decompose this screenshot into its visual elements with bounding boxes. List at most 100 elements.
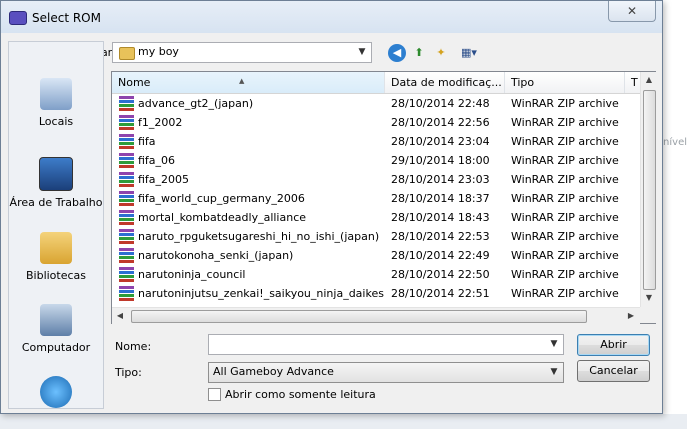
- file-type: WinRAR ZIP archive: [511, 116, 619, 129]
- file-row[interactable]: advance_gt2_(japan) 28/10/2014 22:48 WinRA…: [112, 94, 641, 113]
- scroll-up-icon[interactable]: ▲: [641, 72, 657, 88]
- file-name: fifa_2005: [138, 173, 190, 186]
- vertical-scroll-thumb[interactable]: [643, 90, 656, 290]
- winrar-archive-icon: [119, 267, 134, 282]
- filetype-dropdown[interactable]: All Gameboy Advance ▼: [208, 362, 564, 383]
- background-strip: [0, 414, 687, 429]
- up-folder-icon[interactable]: ⬆: [410, 44, 428, 62]
- file-row[interactable]: fifa_world_cup_germany_2006 28/10/2014 18…: [112, 189, 641, 208]
- place-libraries[interactable]: Bibliotecas: [9, 232, 103, 283]
- open-button[interactable]: Abrir: [577, 334, 650, 356]
- close-icon: ✕: [626, 4, 638, 18]
- window-title: Select ROM: [32, 11, 101, 25]
- place-desktop[interactable]: Área de Trabalho: [9, 157, 103, 210]
- places-bar: Locais Área de Trabalho Bibliotecas Comp…: [8, 41, 104, 409]
- chevron-down-icon[interactable]: ▼: [547, 337, 561, 352]
- file-row[interactable]: fifa 28/10/2014 23:04 WinRAR ZIP archive: [112, 132, 641, 151]
- column-header-row: ▲ Nome Data de modificaç... Tipo T: [112, 72, 641, 94]
- file-row[interactable]: narutoninja_council 28/10/2014 22:50 WinRA…: [112, 265, 641, 284]
- filename-combobox[interactable]: ▼: [208, 334, 564, 355]
- vertical-scrollbar[interactable]: ▲ ▼: [640, 72, 657, 307]
- file-date: 28/10/2014 18:43: [391, 211, 490, 224]
- place-label: Bibliotecas: [25, 269, 87, 282]
- scroll-right-icon[interactable]: ▶: [623, 308, 639, 324]
- column-header-label: Nome: [118, 76, 151, 89]
- file-rows: advance_gt2_(japan) 28/10/2014 22:48 WinRA…: [112, 94, 641, 303]
- filetype-value: All Gameboy Advance: [213, 365, 334, 378]
- file-row[interactable]: naruto_rpguketsugareshi_hi_no_ishi_(japa…: [112, 227, 641, 246]
- file-type: WinRAR ZIP archive: [511, 154, 619, 167]
- file-row[interactable]: fifa_2005 28/10/2014 23:03 WinRAR ZIP arch…: [112, 170, 641, 189]
- view-menu-icon[interactable]: ▦▾: [456, 44, 482, 62]
- horizontal-scroll-thumb[interactable]: [131, 310, 587, 323]
- column-header-label: Data de modificaç...: [391, 76, 502, 89]
- file-name: narutoninjutsu_zenkai!_saikyou_ninja_dai…: [138, 287, 384, 300]
- file-type: WinRAR ZIP archive: [511, 230, 619, 243]
- file-type: WinRAR ZIP archive: [511, 211, 619, 224]
- file-type: WinRAR ZIP archive: [511, 192, 619, 205]
- file-row[interactable]: f1_2002 28/10/2014 22:56 WinRAR ZIP archiv…: [112, 113, 641, 132]
- select-rom-dialog: Select ROM ✕ Examinar: my boy ▼ ◀ ⬆ ✦ ▦▾…: [0, 0, 663, 414]
- close-button[interactable]: ✕: [608, 1, 656, 22]
- scrollbar-corner: [640, 307, 656, 323]
- scroll-down-icon[interactable]: ▼: [641, 290, 657, 306]
- file-name: naruto_rpguketsugareshi_hi_no_ishi_(japa…: [138, 230, 380, 243]
- recent-places-icon: [40, 78, 72, 110]
- file-row[interactable]: narutoninjutsu_zenkai!_saikyou_ninja_dai…: [112, 284, 641, 303]
- file-date: 28/10/2014 22:50: [391, 268, 490, 281]
- column-header-date[interactable]: Data de modificaç...: [385, 72, 505, 93]
- file-name: mortal_kombatdeadly_alliance: [138, 211, 307, 224]
- file-type: WinRAR ZIP archive: [511, 249, 619, 262]
- file-date: 28/10/2014 18:37: [391, 192, 490, 205]
- place-computer[interactable]: Computador: [9, 304, 103, 355]
- file-date: 29/10/2014 18:00: [391, 154, 490, 167]
- file-name: advance_gt2_(japan): [138, 97, 254, 110]
- libraries-icon: [40, 232, 72, 264]
- new-folder-icon[interactable]: ✦: [432, 44, 450, 62]
- chevron-down-icon: ▼: [550, 367, 558, 377]
- filename-label: Nome:: [115, 340, 152, 353]
- winrar-archive-icon: [119, 172, 134, 187]
- file-name: fifa_world_cup_germany_2006: [138, 192, 305, 205]
- file-type: WinRAR ZIP archive: [511, 135, 619, 148]
- cancel-button[interactable]: Cancelar: [577, 360, 650, 382]
- file-row[interactable]: mortal_kombatdeadly_alliance 28/10/2014 1…: [112, 208, 641, 227]
- winrar-archive-icon: [119, 96, 134, 111]
- look-in-dropdown[interactable]: my boy ▼: [112, 42, 372, 63]
- file-date: 28/10/2014 22:49: [391, 249, 490, 262]
- file-date: 28/10/2014 23:04: [391, 135, 490, 148]
- sort-ascending-icon: ▲: [239, 77, 245, 85]
- readonly-checkbox[interactable]: [208, 388, 221, 401]
- winrar-archive-icon: [119, 248, 134, 263]
- file-name: fifa: [138, 135, 156, 148]
- place-label: Área de Trabalho: [9, 196, 103, 209]
- place-network[interactable]: [9, 376, 103, 408]
- chevron-down-icon: ▼: [358, 47, 366, 57]
- back-icon[interactable]: ◀: [388, 44, 406, 62]
- column-header-label: Tipo: [511, 76, 535, 89]
- column-header-size[interactable]: T: [625, 72, 641, 93]
- file-row[interactable]: narutokonoha_senki_(japan) 28/10/2014 22:…: [112, 246, 641, 265]
- column-header-label: T: [631, 76, 638, 89]
- horizontal-scrollbar[interactable]: ◀ ▶: [112, 307, 640, 324]
- file-name: narutoninja_council: [138, 268, 246, 281]
- gamepad-icon: [9, 11, 27, 25]
- place-recent[interactable]: Locais: [9, 78, 103, 129]
- computer-icon: [40, 304, 72, 336]
- winrar-archive-icon: [119, 229, 134, 244]
- scroll-left-icon[interactable]: ◀: [112, 308, 128, 324]
- readonly-label: Abrir como somente leitura: [225, 388, 376, 401]
- column-header-name[interactable]: ▲ Nome: [112, 72, 385, 93]
- winrar-archive-icon: [119, 153, 134, 168]
- winrar-archive-icon: [119, 210, 134, 225]
- title-bar: Select ROM ✕: [1, 1, 662, 33]
- file-row[interactable]: fifa_06 29/10/2014 18:00 WinRAR ZIP archiv…: [112, 151, 641, 170]
- folder-icon: [119, 47, 135, 60]
- file-name: fifa_06: [138, 154, 176, 167]
- file-type: WinRAR ZIP archive: [511, 173, 619, 186]
- place-label: Computador: [21, 341, 91, 354]
- winrar-archive-icon: [119, 191, 134, 206]
- file-date: 28/10/2014 22:48: [391, 97, 490, 110]
- file-date: 28/10/2014 22:56: [391, 116, 490, 129]
- column-header-type[interactable]: Tipo: [505, 72, 625, 93]
